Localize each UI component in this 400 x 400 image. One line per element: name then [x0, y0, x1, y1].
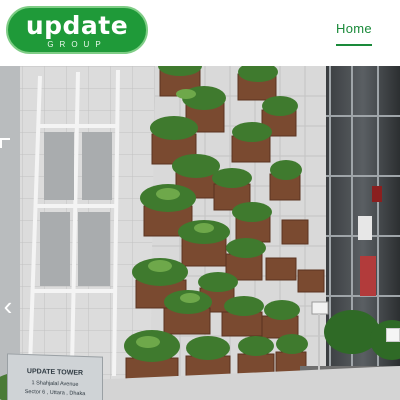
chevron-left-icon[interactable]: ‹ — [0, 292, 16, 320]
logo-subtitle: GROUP — [47, 40, 107, 49]
update-group-logo[interactable]: update GROUP — [6, 6, 148, 54]
nav-home-link[interactable]: Home — [336, 21, 372, 37]
logo-wordmark: update — [25, 11, 129, 40]
slider-next-icon[interactable] — [386, 328, 400, 342]
sign-title: UPDATE TOWER — [26, 368, 84, 377]
hero-slider: ‹ UPDATE TOWER 1 Shahjalal Avenue Sector… — [0, 66, 400, 400]
slide-corner-mark — [0, 138, 10, 148]
hero-photo — [0, 66, 400, 400]
building-sign: UPDATE TOWER 1 Shahjalal Avenue Sector 6… — [7, 353, 103, 400]
site-header: update GROUP Home — [0, 0, 400, 66]
nav-active-underline — [336, 44, 372, 46]
